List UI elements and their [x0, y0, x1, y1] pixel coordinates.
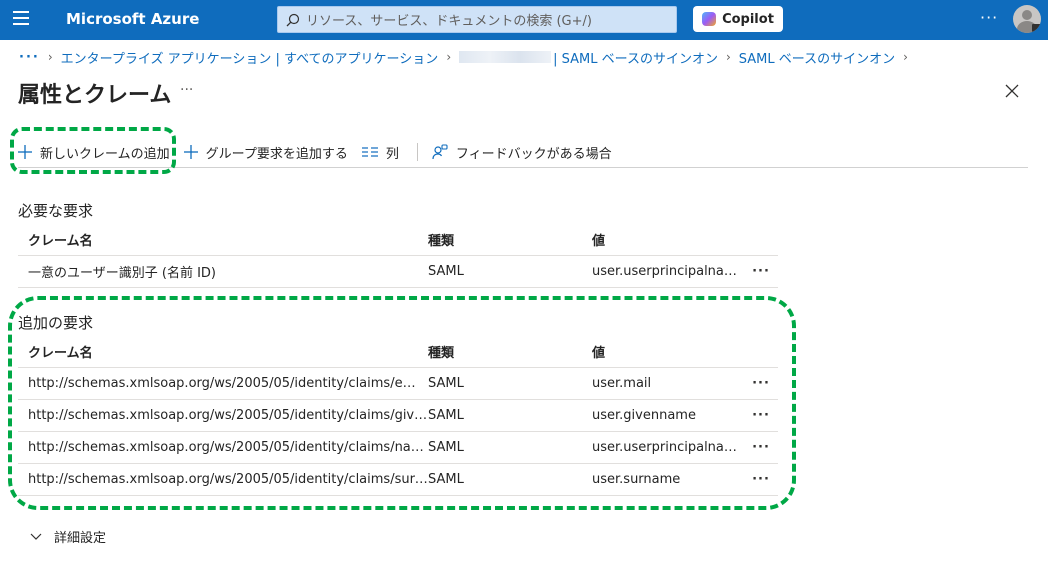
search-placeholder: リソース、サービス、ドキュメントの検索 (G+/) — [306, 14, 592, 29]
claim-type: SAML — [428, 264, 464, 279]
chevron-right-icon: › — [903, 50, 908, 64]
breadcrumb-saml-signon[interactable]: SAML ベースのサインオン — [739, 48, 895, 67]
breadcrumb-overflow[interactable]: ··· — [19, 50, 40, 65]
breadcrumb-enterprise-apps[interactable]: エンタープライズ アプリケーション | すべてのアプリケーション — [61, 48, 439, 67]
feedback-label: フィードバックがある場合 — [455, 146, 612, 162]
advanced-settings-label: 詳細設定 — [54, 531, 107, 546]
feedback-icon — [432, 144, 448, 160]
chevron-right-icon: › — [446, 50, 452, 64]
row-more-icon[interactable]: ··· — [744, 264, 778, 279]
more-options-icon[interactable]: ··· — [980, 8, 998, 27]
search-icon — [286, 13, 300, 26]
chevron-down-icon — [30, 533, 42, 540]
feedback-button[interactable]: フィードバックがある場合 — [432, 143, 612, 162]
claim-name: 一意のユーザー識別子 (名前 ID) — [28, 266, 216, 281]
copilot-button[interactable]: Copilot — [693, 6, 783, 32]
highlight-add-claim — [10, 127, 176, 174]
search-input[interactable]: リソース、サービス、ドキュメントの検索 (G+/) — [277, 6, 677, 33]
columns-button[interactable]: 列 — [361, 143, 399, 162]
add-group-claim-label: グループ要求を追加する — [205, 146, 348, 162]
breadcrumb-app-saml[interactable]: | SAML ベースのサインオン — [553, 48, 718, 67]
hamburger-menu-icon[interactable] — [13, 11, 31, 29]
claim-value: user.userprincipalname [nameid-format:em… — [592, 264, 744, 279]
columns-label: 列 — [385, 146, 399, 162]
avatar[interactable] — [1013, 5, 1041, 33]
title-more-icon[interactable]: ··· — [180, 82, 193, 98]
redacted-app-name — [459, 51, 552, 63]
table-row[interactable]: 一意のユーザー識別子 (名前 ID) SAML user.userprincip… — [18, 256, 778, 288]
header-type[interactable]: 種類 — [428, 230, 592, 249]
highlight-additional-claims — [8, 296, 796, 510]
plus-icon — [183, 145, 198, 159]
breadcrumb: ··· › エンタープライズ アプリケーション | すべてのアプリケーション ›… — [19, 48, 916, 67]
chevron-right-icon: › — [725, 50, 731, 64]
required-claims-title: 必要な要求 — [18, 202, 94, 220]
add-group-claim-button[interactable]: グループ要求を追加する — [183, 143, 348, 162]
advanced-settings-toggle[interactable]: 詳細設定 — [30, 527, 106, 546]
toolbar-divider — [416, 143, 418, 161]
table-header: クレーム名 種類 値 — [18, 224, 778, 256]
required-claims-table: クレーム名 種類 値 一意のユーザー識別子 (名前 ID) SAML user.… — [18, 224, 778, 288]
copilot-icon — [702, 12, 717, 26]
page-title: 属性とクレーム — [18, 83, 172, 108]
copilot-label: Copilot — [722, 11, 774, 27]
brand-label[interactable]: Microsoft Azure — [66, 10, 199, 28]
header-claim-name[interactable]: クレーム名 — [18, 230, 428, 249]
close-icon[interactable] — [1004, 83, 1020, 99]
lock-icon — [1032, 24, 1041, 32]
columns-icon — [361, 147, 378, 157]
chevron-right-icon: › — [47, 50, 53, 64]
header-value[interactable]: 値 — [592, 230, 744, 249]
top-bar: Microsoft Azure リソース、サービス、ドキュメントの検索 (G+/… — [0, 0, 1048, 40]
